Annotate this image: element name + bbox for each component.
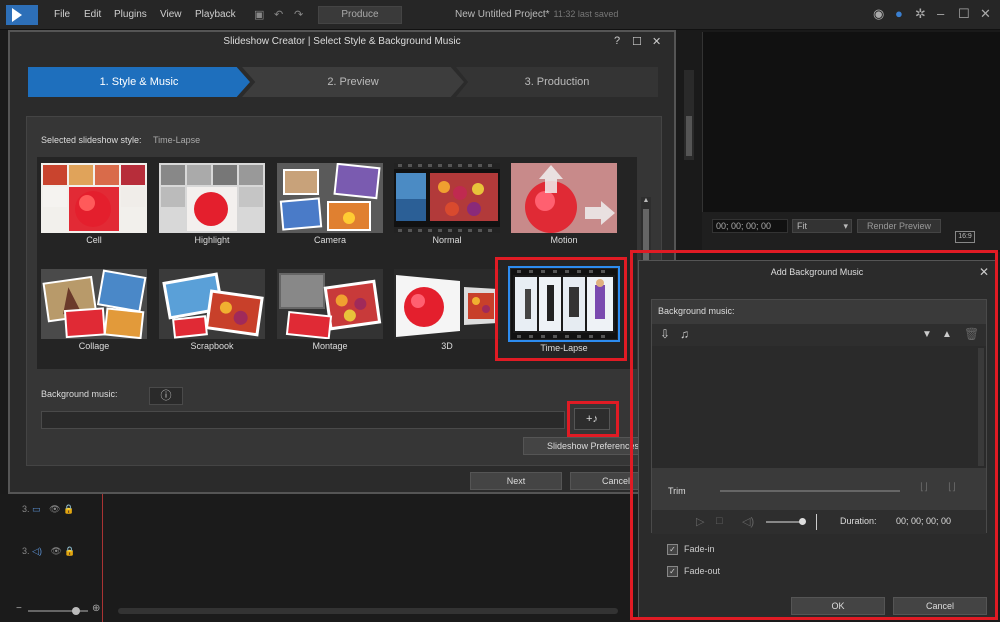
style-thumb-normal[interactable] [394,163,500,233]
style-music-panel: Selected slideshow style: Time-Lapse ▲ C… [26,116,663,466]
style-thumb-montage[interactable] [277,269,383,339]
slideshow-creator-dialog: Slideshow Creator | Select Style & Backg… [8,30,676,494]
camera-preview-image [277,163,383,233]
project-title: New Untitled Project* 11:32 last saved [455,9,618,20]
style-label-montage: Montage [312,341,348,351]
render-preview-button[interactable]: Render Preview [857,219,941,233]
save-icon[interactable]: ▣ [254,8,264,21]
background-music-field[interactable] [41,411,565,429]
timeline-horizontal-scrollbar[interactable] [118,608,618,614]
last-saved-text: 11:32 last saved [553,9,619,19]
menu-edit[interactable]: Edit [84,9,101,20]
step-preview[interactable]: 2. Preview [242,67,464,97]
style-thumb-cell[interactable] [41,163,147,233]
lock-icon[interactable]: 🔒 [64,546,75,556]
style-thumb-3d[interactable] [394,269,500,339]
scrapbook-preview-image [159,269,265,339]
info-button[interactable]: ⓘ [149,387,183,405]
scroll-up-icon[interactable]: ▲ [641,197,651,204]
track-number: 3. [22,546,30,556]
style-label-cell: Cell [86,235,102,245]
motion-preview-image [511,163,617,233]
app-logo [6,5,38,25]
montage-preview-image [277,269,383,339]
background-music-label: Background music: [41,389,118,399]
visibility-icon[interactable]: 👁 [49,504,60,514]
style-label-scrapbook: Scrapbook [190,341,234,351]
dialog-title: Slideshow Creator | Select Style & Backg… [223,36,461,47]
settings-icon[interactable]: ✲ [915,6,926,22]
help-icon[interactable]: ? [614,35,620,47]
aspect-ratio-badge[interactable]: 16:9 [955,231,975,243]
add-music-highlight-box [567,401,619,437]
style-label-collage: Collage [78,341,110,351]
timeline-track: 3. ▭ 👁 🔒 [22,504,74,515]
library-scrollbar[interactable] [684,70,694,160]
close-icon[interactable]: ✕ [652,35,661,48]
track-number: 3. [22,504,30,514]
library-scrollbar-thumb[interactable] [686,116,692,156]
zoom-out-icon[interactable]: − [16,603,22,614]
menu-plugins[interactable]: Plugins [114,9,147,20]
undo-icon[interactable]: ↶ [274,8,283,21]
window-close-icon[interactable]: ✕ [980,6,991,22]
minimize-icon[interactable]: – [937,6,944,21]
audio-track-icon: ◁) [32,546,42,556]
next-button[interactable]: Next [470,472,562,490]
menu-file[interactable]: File [54,9,70,20]
menu-bar: File Edit Plugins View Playback ▣ ↶ ↷ Pr… [0,0,1000,30]
cell-preview-image [41,163,147,233]
zoom-slider-knob[interactable] [72,607,80,615]
highlight-preview-image [159,163,265,233]
style-label-3d: 3D [441,341,453,351]
menu-playback[interactable]: Playback [195,9,236,20]
step-style-music[interactable]: 1. Style & Music [28,67,250,97]
style-thumb-scrapbook[interactable] [159,269,265,339]
preview-timecode[interactable]: 00; 00; 00; 00 [712,219,788,233]
maximize-icon[interactable]: ☐ [958,6,970,22]
redo-icon[interactable]: ↷ [294,8,303,21]
normal-preview-image [394,163,500,233]
dialog-titlebar: Slideshow Creator | Select Style & Backg… [10,32,674,54]
selected-style-label: Selected slideshow style: [41,135,142,145]
timeline-track: 3. ◁) 👁 🔒 [22,546,76,557]
collage-preview-image [41,269,147,339]
style-thumb-highlight[interactable] [159,163,265,233]
style-thumb-motion[interactable] [511,163,617,233]
produce-button[interactable]: Produce [318,6,402,24]
chevron-down-icon: ▾ [843,221,848,231]
menu-view[interactable]: View [160,9,182,20]
style-thumb-collage[interactable] [41,269,147,339]
time-lapse-highlight-box [495,257,627,361]
account-icon[interactable]: ◉ [873,6,884,22]
style-label-motion: Motion [550,235,578,245]
wizard-steps: 1. Style & Music 2. Preview 3. Productio… [28,67,658,97]
project-name: New Untitled Project* [455,9,550,20]
selected-style-value: Time-Lapse [153,135,201,145]
fit-select[interactable]: Fit ▾ [792,219,852,233]
video-track-icon: ▭ [32,504,41,514]
style-thumb-camera[interactable] [277,163,383,233]
fit-select-label: Fit [797,221,807,231]
timeline-zoom-bar: − ⊕ [10,603,630,616]
step-production[interactable]: 3. Production [456,67,658,97]
add-music-dialog-highlight-box [630,250,998,620]
style-label-highlight: Highlight [194,235,230,245]
playhead-line[interactable] [102,494,103,622]
info-icon: ⓘ [160,390,172,402]
3d-preview-image [394,269,500,339]
zoom-in-icon[interactable]: ⊕ [92,603,100,614]
maximize-icon[interactable]: ☐ [632,35,642,48]
style-label-normal: Normal [432,235,462,245]
visibility-icon[interactable]: 👁 [50,546,61,556]
lock-icon[interactable]: 🔒 [63,504,74,514]
style-label-camera: Camera [313,235,346,245]
notification-icon[interactable]: ● [895,6,903,21]
